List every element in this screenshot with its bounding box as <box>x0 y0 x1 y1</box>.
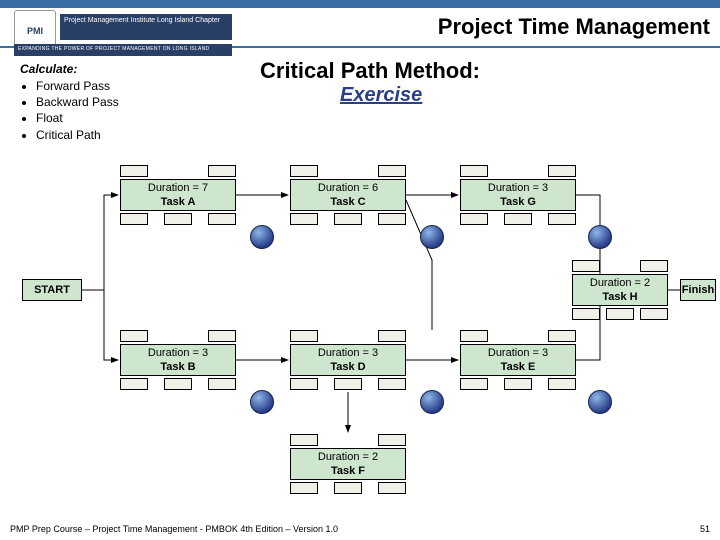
slot-float <box>334 482 362 494</box>
slot-ef <box>378 165 406 177</box>
footer-text: PMP Prep Course – Project Time Managemen… <box>10 524 338 534</box>
connector-icon <box>588 390 612 414</box>
slot-lf <box>378 213 406 225</box>
task-h: Duration = 2 Task H <box>572 260 668 320</box>
slot-float <box>606 308 634 320</box>
task-d: Duration = 3 Task D <box>290 330 406 390</box>
slot-float <box>504 378 532 390</box>
slot-es <box>290 165 318 177</box>
task-c: Duration = 6 Task C <box>290 165 406 225</box>
duration-prefix: Duration = <box>318 347 372 359</box>
connector-icon <box>588 225 612 249</box>
slot-es <box>290 434 318 446</box>
slot-ef <box>378 330 406 342</box>
slot-ef <box>378 434 406 446</box>
slot-ef <box>640 260 668 272</box>
task-g: Duration = 3 Task G <box>460 165 576 225</box>
slot-es <box>460 165 488 177</box>
duration-prefix: Duration = <box>488 347 542 359</box>
slot-ls <box>572 308 600 320</box>
slot-lf <box>208 378 236 390</box>
finish-node: Finish <box>680 279 716 301</box>
slot-ls <box>290 213 318 225</box>
duration-prefix: Duration = <box>318 451 372 463</box>
task-label: Task C <box>330 196 365 208</box>
network-diagram: START Duration = 7 Task A Duration = 6 T… <box>0 0 720 540</box>
slot-ls <box>120 378 148 390</box>
duration-value: 2 <box>644 277 650 289</box>
slot-float <box>164 378 192 390</box>
task-b: Duration = 3 Task B <box>120 330 236 390</box>
duration-value: 3 <box>202 347 208 359</box>
connector-icon <box>420 390 444 414</box>
slot-float <box>334 213 362 225</box>
slot-ls <box>460 213 488 225</box>
duration-prefix: Duration = <box>148 182 202 194</box>
duration-prefix: Duration = <box>148 347 202 359</box>
task-label: Task A <box>161 196 196 208</box>
slot-ef <box>548 330 576 342</box>
task-e: Duration = 3 Task E <box>460 330 576 390</box>
task-label: Task B <box>160 361 195 373</box>
slot-lf <box>378 482 406 494</box>
duration-value: 6 <box>372 182 378 194</box>
duration-value: 3 <box>542 347 548 359</box>
slot-float <box>334 378 362 390</box>
slot-ef <box>548 165 576 177</box>
slot-ls <box>290 482 318 494</box>
footer: PMP Prep Course – Project Time Managemen… <box>10 524 710 534</box>
task-label: Task E <box>501 361 536 373</box>
task-f: Duration = 2 Task F <box>290 434 406 494</box>
slot-ls <box>290 378 318 390</box>
task-label: Task H <box>602 291 637 303</box>
slot-ef <box>208 165 236 177</box>
page-number: 51 <box>700 524 710 534</box>
slot-ls <box>120 213 148 225</box>
duration-prefix: Duration = <box>590 277 644 289</box>
slot-es <box>290 330 318 342</box>
slot-lf <box>208 213 236 225</box>
slot-float <box>164 213 192 225</box>
start-node: START <box>22 279 82 301</box>
slot-float <box>504 213 532 225</box>
duration-prefix: Duration = <box>488 182 542 194</box>
connector-icon <box>420 225 444 249</box>
task-label: Task F <box>331 465 365 477</box>
slot-lf <box>548 378 576 390</box>
duration-value: 2 <box>372 451 378 463</box>
task-label: Task G <box>500 196 536 208</box>
duration-prefix: Duration = <box>318 182 372 194</box>
task-a: Duration = 7 Task A <box>120 165 236 225</box>
duration-value: 7 <box>202 182 208 194</box>
connector-icon <box>250 225 274 249</box>
task-label: Task D <box>330 361 365 373</box>
slot-ls <box>460 378 488 390</box>
slot-es <box>120 165 148 177</box>
duration-value: 3 <box>542 182 548 194</box>
slot-lf <box>640 308 668 320</box>
duration-value: 3 <box>372 347 378 359</box>
slot-es <box>572 260 600 272</box>
slot-es <box>460 330 488 342</box>
slot-es <box>120 330 148 342</box>
slot-lf <box>548 213 576 225</box>
slot-lf <box>378 378 406 390</box>
slot-ef <box>208 330 236 342</box>
connector-icon <box>250 390 274 414</box>
